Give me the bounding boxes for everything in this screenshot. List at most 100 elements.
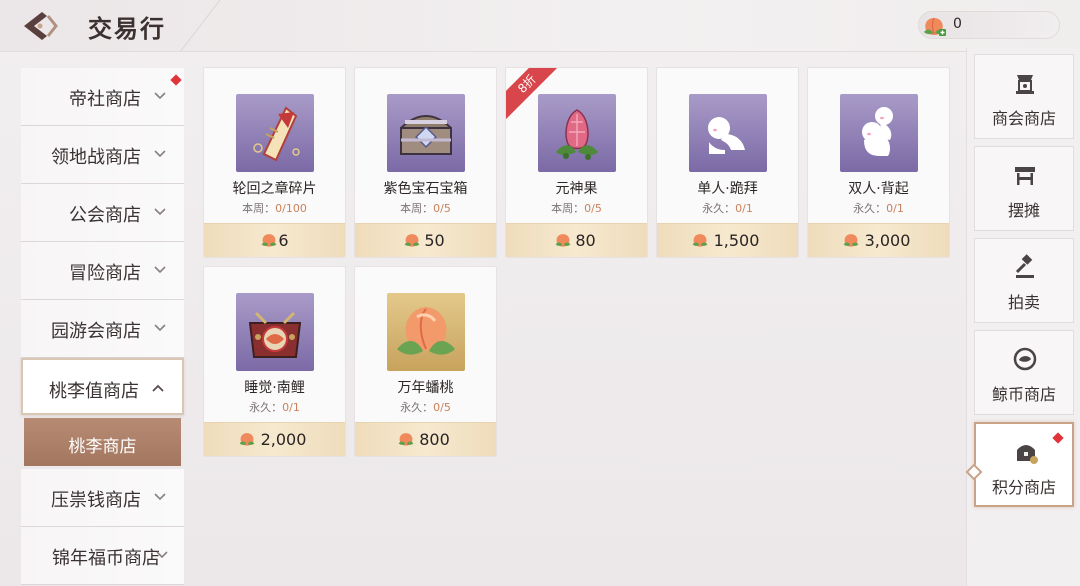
price-button[interactable]: 2,000 xyxy=(204,422,345,456)
purchase-limit: 永久：0/1 xyxy=(853,202,904,215)
chevron-up-icon xyxy=(152,384,164,392)
purchase-limit: 本周：0/5 xyxy=(551,202,602,215)
price-button[interactable]: 6 xyxy=(204,223,345,257)
nav-item-label: 锦年福币商店 xyxy=(52,548,160,569)
chevron-down-icon xyxy=(154,92,166,100)
nav-item-label: 桃李值商店 xyxy=(49,381,139,402)
purchase-limit: 永久：0/1 xyxy=(249,401,300,414)
chevron-down-icon xyxy=(154,493,166,501)
item-image xyxy=(387,293,465,371)
price-button[interactable]: 3,000 xyxy=(808,223,949,257)
title-ornament xyxy=(179,0,221,52)
purchase-limit: 本周：0/100 xyxy=(242,202,307,215)
koi-bed-icon xyxy=(248,311,302,358)
shop-category-list: 帝社商店 领地战商店 公会商店 冒险商店 园游会商店 桃李值商店 桃李商店 压祟… xyxy=(21,68,184,585)
torn-page-icon xyxy=(253,106,300,162)
notification-badge xyxy=(1052,432,1064,444)
nav-item-adventure-shop[interactable]: 冒险商店 xyxy=(21,242,184,300)
nav-item-jinnian-fubi-shop[interactable]: 锦年福币商店 xyxy=(21,527,184,585)
nav-item-label: 压祟钱商店 xyxy=(51,490,141,511)
item-name: 单人·跪拜 xyxy=(697,181,758,197)
item-image xyxy=(387,94,465,172)
item-name: 紫色宝石宝箱 xyxy=(383,181,468,197)
gavel-icon xyxy=(1015,254,1034,278)
chevron-down-icon xyxy=(154,150,166,158)
nav-item-yasui-money-shop[interactable]: 压祟钱商店 xyxy=(21,469,184,527)
whale-coin-icon xyxy=(1013,347,1037,371)
item-image xyxy=(236,94,314,172)
shop-item-card[interactable]: 8折 元神果 本周：0/5 80 xyxy=(505,67,648,258)
shop-item-card[interactable]: 紫色宝石宝箱 本周：0/5 50 xyxy=(354,67,497,258)
chevron-down-icon xyxy=(154,208,166,216)
nav-item-label: 公会商店 xyxy=(69,205,141,226)
nav-subitem-taoli-shop[interactable]: 桃李商店 xyxy=(24,418,181,466)
item-image xyxy=(538,94,616,172)
kneel-emote-icon xyxy=(708,117,745,154)
item-name: 双人·背起 xyxy=(848,181,909,197)
nav-item-carnival-shop[interactable]: 园游会商店 xyxy=(21,300,184,358)
nav-item-territory-war-shop[interactable]: 领地战商店 xyxy=(21,126,184,184)
price-button[interactable]: 800 xyxy=(355,422,496,456)
shop-item-card[interactable]: 双人·背起 永久：0/1 3,000 xyxy=(807,67,950,258)
merchant-hall-icon xyxy=(1016,75,1034,94)
item-name: 元神果 xyxy=(555,181,598,197)
peach-currency-icon xyxy=(924,17,946,36)
shop-item-card[interactable]: 轮回之章碎片 本周：0/100 6 xyxy=(203,67,346,258)
item-image xyxy=(689,94,767,172)
purchase-limit: 永久：0/1 xyxy=(702,202,753,215)
fruit-icon xyxy=(556,109,598,160)
currency-display: 0 xyxy=(918,11,1060,39)
top-bar: 交易行 0 xyxy=(0,0,1080,52)
tab-label: 鲸币商店 xyxy=(991,385,1056,404)
item-name: 睡觉·南鲤 xyxy=(244,380,305,396)
tab-stall[interactable]: 摆摊 xyxy=(974,146,1074,231)
chevron-down-icon xyxy=(156,551,168,559)
nav-subitem-label: 桃李商店 xyxy=(68,437,137,457)
shop-item-card[interactable]: 万年蟠桃 永久：0/5 800 xyxy=(354,266,497,457)
nav-item-label: 冒险商店 xyxy=(69,263,141,284)
price-amount: 1,500 xyxy=(713,231,760,250)
trade-tab-bar: 商会商店 摆摊 拍卖 鲸币商店 积分商店 xyxy=(965,48,1080,586)
shop-item-card[interactable]: 睡觉·南鲤 永久：0/1 2,000 xyxy=(203,266,346,457)
price-amount: 80 xyxy=(575,231,596,250)
nav-item-dishe-shop[interactable]: 帝社商店 xyxy=(21,68,184,126)
item-image xyxy=(236,293,314,371)
tab-merchant-hall-shop[interactable]: 商会商店 xyxy=(974,54,1074,139)
piggyback-emote-icon xyxy=(862,107,893,156)
item-image xyxy=(840,94,918,172)
nav-item-label: 帝社商店 xyxy=(69,89,141,110)
tab-auction[interactable]: 拍卖 xyxy=(974,238,1074,323)
price-amount: 2,000 xyxy=(260,430,307,449)
stall-icon xyxy=(1015,167,1035,185)
nav-item-label: 园游会商店 xyxy=(51,321,141,342)
currency-amount: 0 xyxy=(953,16,962,32)
tab-whale-coin-shop[interactable]: 鲸币商店 xyxy=(974,330,1074,415)
price-button[interactable]: 80 xyxy=(506,223,647,257)
price-amount: 800 xyxy=(419,430,450,449)
peach-icon xyxy=(397,307,455,355)
tab-label: 商会商店 xyxy=(991,109,1056,128)
page-title: 交易行 xyxy=(88,15,166,43)
price-amount: 6 xyxy=(278,231,289,250)
purchase-limit: 永久：0/5 xyxy=(400,401,451,414)
price-button[interactable]: 50 xyxy=(355,223,496,257)
tab-label: 积分商店 xyxy=(991,478,1056,497)
tab-points-shop[interactable]: 积分商店 xyxy=(965,422,1074,507)
nav-item-guild-shop[interactable]: 公会商店 xyxy=(21,184,184,242)
tab-label: 拍卖 xyxy=(1007,293,1040,312)
chevron-down-icon xyxy=(154,324,166,332)
points-chest-icon xyxy=(1017,445,1038,464)
shop-item-card[interactable]: 单人·跪拜 永久：0/1 1,500 xyxy=(656,67,799,258)
item-name: 轮回之章碎片 xyxy=(232,181,317,197)
treasure-chest-icon xyxy=(400,115,452,155)
back-arrow-icon[interactable] xyxy=(20,8,60,44)
price-button[interactable]: 1,500 xyxy=(657,223,798,257)
price-amount: 50 xyxy=(424,231,445,250)
chevron-down-icon xyxy=(154,266,166,274)
nav-item-taoli-value-shop[interactable]: 桃李值商店 xyxy=(21,358,184,415)
price-amount: 3,000 xyxy=(864,231,911,250)
tab-label: 摆摊 xyxy=(1007,201,1040,220)
nav-item-label: 领地战商店 xyxy=(51,147,141,168)
purchase-limit: 本周：0/5 xyxy=(400,202,451,215)
notification-badge xyxy=(170,74,182,86)
